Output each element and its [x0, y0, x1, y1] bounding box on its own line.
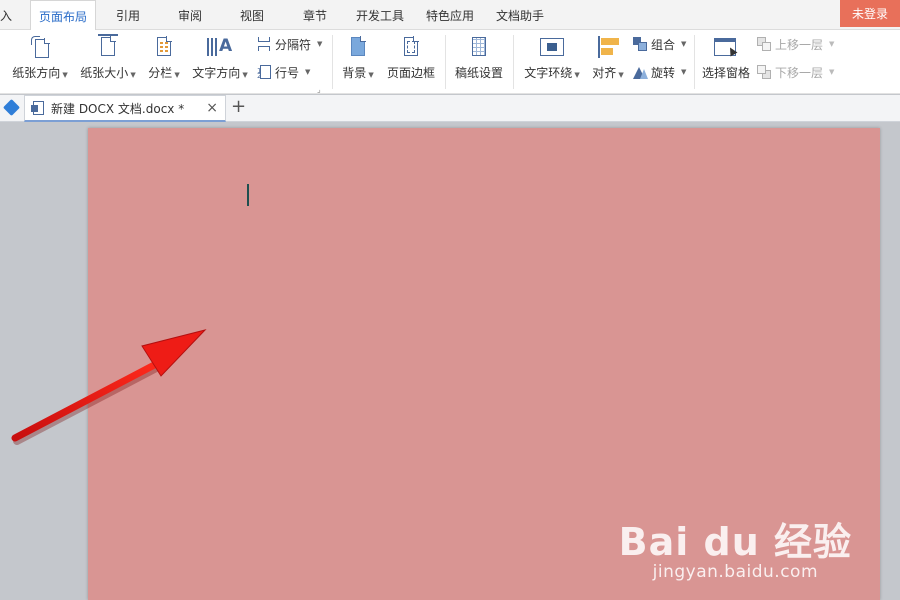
watermark-logo: Bai du 经验 [618, 520, 852, 564]
annotation-arrow-icon [11, 329, 207, 445]
watermark-url: jingyan.baidu.com [652, 562, 819, 582]
baidu-jingyan-watermark: Bai du 经验 jingyan.baidu.com [619, 511, 852, 582]
